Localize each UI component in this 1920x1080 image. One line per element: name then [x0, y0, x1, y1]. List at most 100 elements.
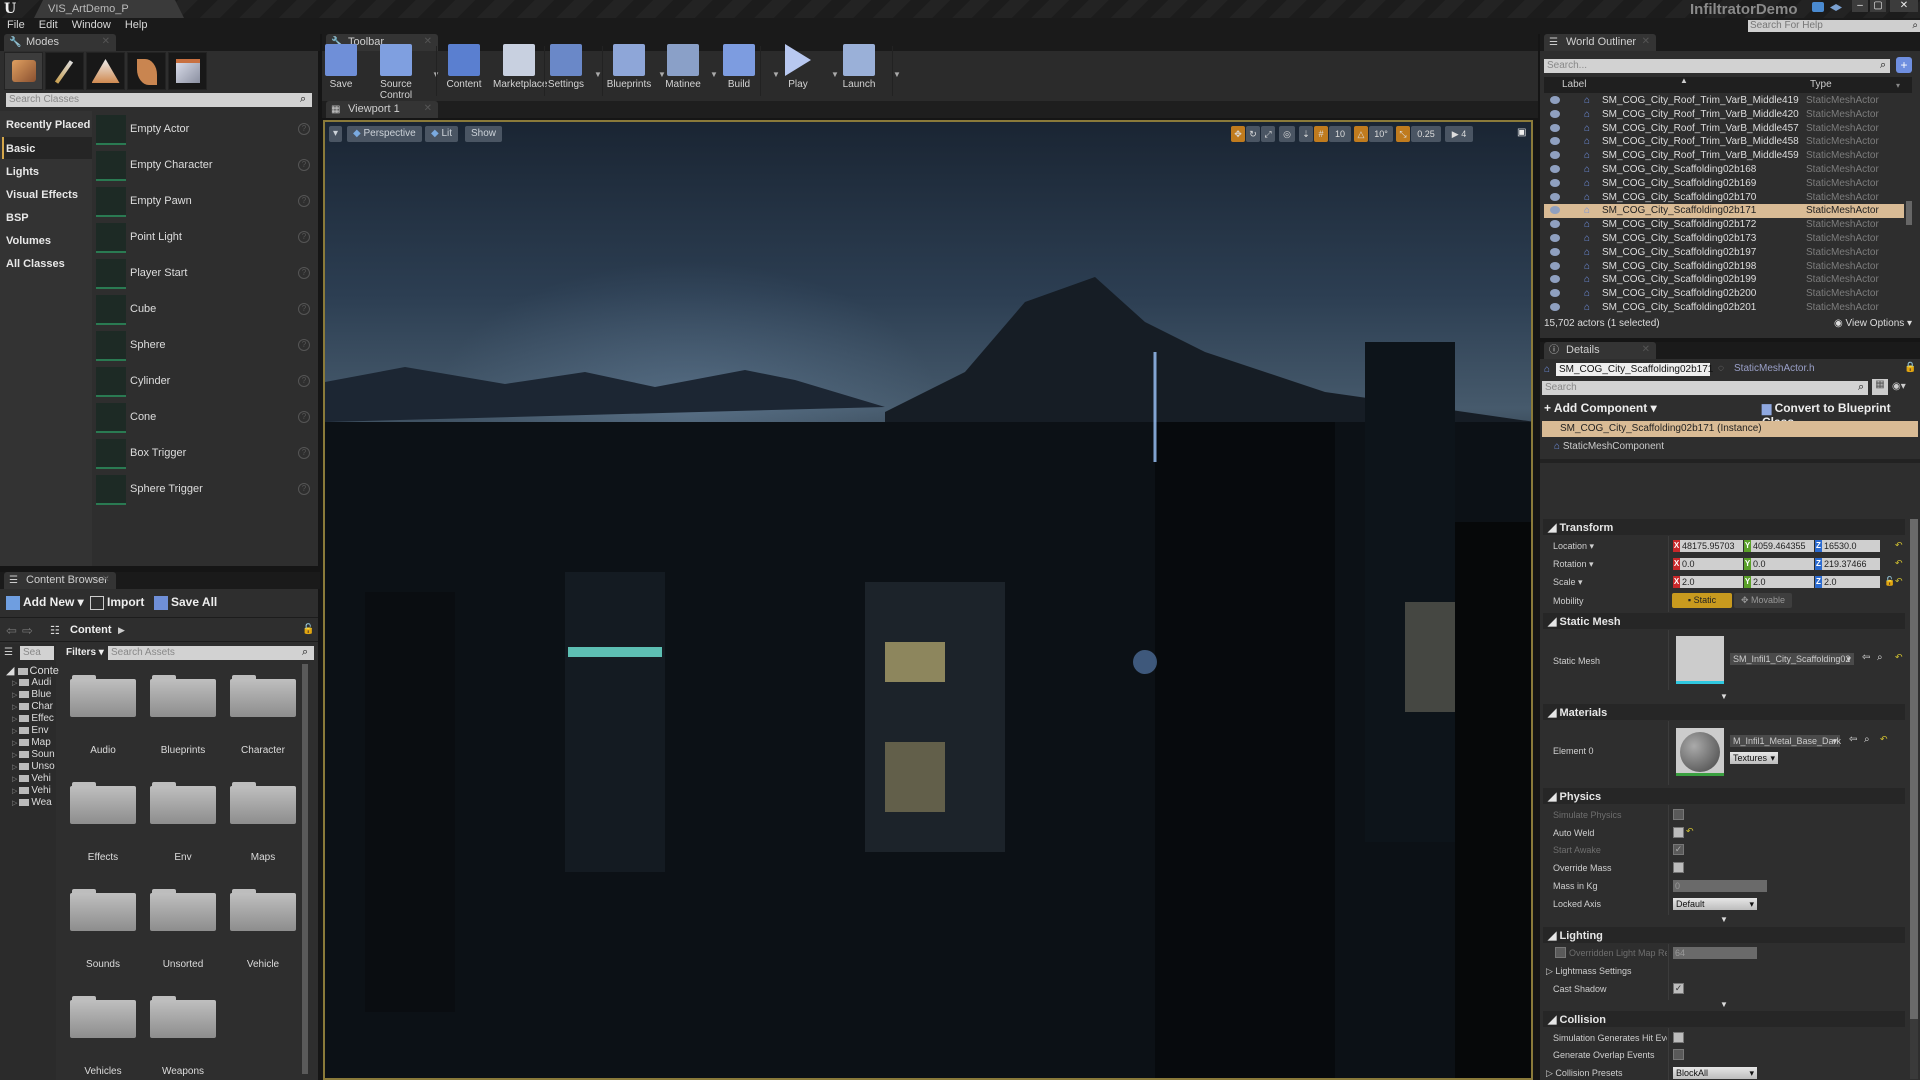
reset-location-icon[interactable]: ↶: [1895, 540, 1903, 551]
tree-root-content[interactable]: ◢ Conte: [6, 664, 59, 677]
reset-material-icon[interactable]: ↶: [1880, 734, 1888, 745]
tree-item[interactable]: Blue: [12, 689, 56, 700]
outliner-row[interactable]: ⌂ SM_COG_City_Roof_Trim_VarB_Middle458 Sta…: [1544, 135, 1904, 149]
maximize-viewport-icon[interactable]: ▣: [1517, 127, 1526, 138]
rotate-tool-icon[interactable]: ↻: [1246, 126, 1260, 142]
category-basic[interactable]: Basic: [6, 143, 35, 155]
category-lights[interactable]: Lights: [6, 166, 39, 178]
foliage-mode-button[interactable]: [127, 52, 166, 90]
tab-viewport[interactable]: ▦ Viewport 1 ✕: [326, 101, 438, 118]
visibility-eye-icon[interactable]: [1550, 178, 1560, 187]
scale-snap-value[interactable]: 0.25: [1411, 126, 1441, 142]
toolbar-matinee-button[interactable]: Matinee: [661, 44, 705, 98]
lit-button[interactable]: ◆ Lit: [425, 126, 459, 142]
details-scrollbar-thumb[interactable]: [1910, 519, 1918, 1019]
category-recently-placed[interactable]: Recently Placed: [6, 119, 90, 131]
grid-snap-icon[interactable]: #: [1314, 126, 1328, 142]
outliner-row[interactable]: ⌂ SM_COG_City_Scaffolding02b171 StaticMesh…: [1544, 204, 1904, 219]
tab-content-browser[interactable]: ☰ Content Browser ✕: [4, 572, 116, 589]
folder-blueprints[interactable]: [150, 675, 216, 717]
place-item-sphere[interactable]: Sphere?: [96, 329, 316, 363]
folder-effects[interactable]: [70, 782, 136, 824]
reset-auto-weld-icon[interactable]: ↶: [1686, 826, 1694, 837]
rotation-snap-icon[interactable]: △: [1354, 126, 1368, 142]
outliner-row[interactable]: ⌂ SM_COG_City_Scaffolding02b199 StaticMesh…: [1544, 273, 1904, 287]
dropdown-arrow-icon[interactable]: ▼: [893, 70, 901, 79]
toolbar-blueprints-button[interactable]: Blueprints: [603, 44, 655, 98]
outliner-row[interactable]: ⌂ SM_COG_City_Scaffolding02b197 StaticMesh…: [1544, 246, 1904, 260]
visibility-eye-icon[interactable]: [1550, 275, 1560, 284]
level-viewport[interactable]: ▾ ◆ Perspective ◆ Lit Show ✥ ↻ ⤢ ◎ ⇣ # 1…: [323, 120, 1533, 1080]
landscape-mode-button[interactable]: [86, 52, 125, 90]
visibility-eye-icon[interactable]: [1550, 137, 1560, 146]
column-options-icon[interactable]: ▾: [1896, 81, 1900, 90]
reset-scale-icon[interactable]: ↶: [1895, 576, 1903, 587]
close-tab-icon[interactable]: ✕: [424, 103, 432, 114]
splitter[interactable]: [1540, 459, 1920, 463]
toolbar-source-control-button[interactable]: Source Control: [363, 44, 429, 101]
mobility-static-button[interactable]: ▪ Static: [1672, 593, 1732, 608]
outliner-row[interactable]: ⌂ SM_COG_City_Scaffolding02b172 StaticMesh…: [1544, 218, 1904, 232]
place-item-empty-actor[interactable]: Empty Actor?: [96, 113, 316, 147]
outliner-row[interactable]: ⌂ SM_COG_City_Roof_Trim_VarB_Middle419 Sta…: [1544, 94, 1904, 108]
surface-snap-icon[interactable]: ⇣: [1299, 126, 1313, 142]
back-arrow-icon[interactable]: ⇦: [6, 623, 17, 639]
tab-details[interactable]: ⓘ Details ✕: [1544, 342, 1656, 359]
breadcrumb-chevron-icon[interactable]: ▶: [118, 625, 125, 636]
place-item-cone[interactable]: Cone?: [96, 401, 316, 435]
outliner-row[interactable]: ⌂ SM_COG_City_Roof_Trim_VarB_Middle459 Sta…: [1544, 149, 1904, 163]
category-visual-effects[interactable]: Visual Effects: [6, 189, 78, 201]
minimize-button[interactable]: –: [1852, 0, 1868, 12]
scale-x-input[interactable]: 2.0: [1680, 576, 1743, 588]
breadcrumb-content[interactable]: Content: [70, 624, 112, 636]
material-thumbnail[interactable]: [1676, 728, 1724, 776]
help-icon[interactable]: ?: [298, 483, 310, 495]
add-new-button[interactable]: Add New ▾: [6, 595, 84, 615]
outliner-row[interactable]: ⌂ SM_COG_City_Scaffolding02b168 StaticMesh…: [1544, 163, 1904, 177]
location-z-input[interactable]: 16530.0: [1822, 540, 1880, 552]
section-materials[interactable]: ◢ Materials: [1543, 704, 1905, 720]
visibility-eye-icon[interactable]: [1550, 96, 1560, 104]
tree-item[interactable]: Env: [12, 725, 56, 736]
start-awake-checkbox[interactable]: ✓: [1673, 844, 1684, 855]
category-volumes[interactable]: Volumes: [6, 235, 51, 247]
visibility-eye-icon[interactable]: [1550, 234, 1560, 242]
tree-item[interactable]: Char: [12, 701, 56, 712]
place-item-point-light[interactable]: Point Light?: [96, 221, 316, 255]
outliner-row[interactable]: ⌂ SM_COG_City_Scaffolding02b200 StaticMesh…: [1544, 287, 1904, 301]
folder-vehicle[interactable]: [230, 889, 296, 931]
rotation-y-input[interactable]: 0.0: [1751, 558, 1814, 570]
visibility-eye-icon[interactable]: [1550, 261, 1560, 270]
viewport-options-button[interactable]: ▾: [329, 126, 343, 142]
reset-mesh-icon[interactable]: ↶: [1895, 652, 1903, 663]
scale-tool-icon[interactable]: ⤢: [1261, 126, 1275, 142]
details-search-input[interactable]: Search: [1542, 381, 1868, 395]
folder-audio[interactable]: [70, 675, 136, 717]
place-item-cylinder[interactable]: Cylinder?: [96, 365, 316, 399]
place-item-sphere-trigger[interactable]: Sphere Trigger?: [96, 473, 316, 507]
property-matrix-icon[interactable]: ▦: [1872, 379, 1888, 395]
outliner-search-input[interactable]: Search...: [1544, 59, 1890, 73]
menu-window[interactable]: Window: [65, 18, 118, 31]
expand-advanced-icon[interactable]: ▼: [1720, 915, 1728, 924]
feedback-icon[interactable]: [1812, 2, 1824, 12]
tree-item[interactable]: Vehi: [12, 785, 56, 796]
visibility-eye-icon[interactable]: [1550, 151, 1560, 160]
visibility-eye-icon[interactable]: [1550, 303, 1560, 311]
folder-maps[interactable]: [230, 782, 296, 824]
section-transform[interactable]: ◢ Transform: [1543, 519, 1905, 535]
folder-sounds[interactable]: [70, 889, 136, 931]
close-tab-icon[interactable]: ✕: [102, 36, 110, 47]
world-local-icon[interactable]: ◎: [1279, 126, 1295, 142]
column-type-header[interactable]: Type: [1810, 79, 1832, 90]
help-icon[interactable]: ?: [298, 159, 310, 171]
help-icon[interactable]: ?: [298, 303, 310, 315]
component-instance-row[interactable]: SM_COG_City_Scaffolding02b171 (Instance): [1542, 421, 1918, 437]
lightmass-settings-label[interactable]: ▷ Lightmass Settings: [1546, 966, 1631, 977]
browse-icon[interactable]: ⌕: [1864, 734, 1870, 745]
category-bsp[interactable]: BSP: [6, 212, 29, 224]
toolbar-content-button[interactable]: Content: [445, 44, 483, 98]
forward-arrow-icon[interactable]: ⇨: [22, 623, 33, 639]
perspective-button[interactable]: ◆ Perspective: [347, 126, 422, 142]
paint-mode-button[interactable]: [45, 52, 84, 90]
